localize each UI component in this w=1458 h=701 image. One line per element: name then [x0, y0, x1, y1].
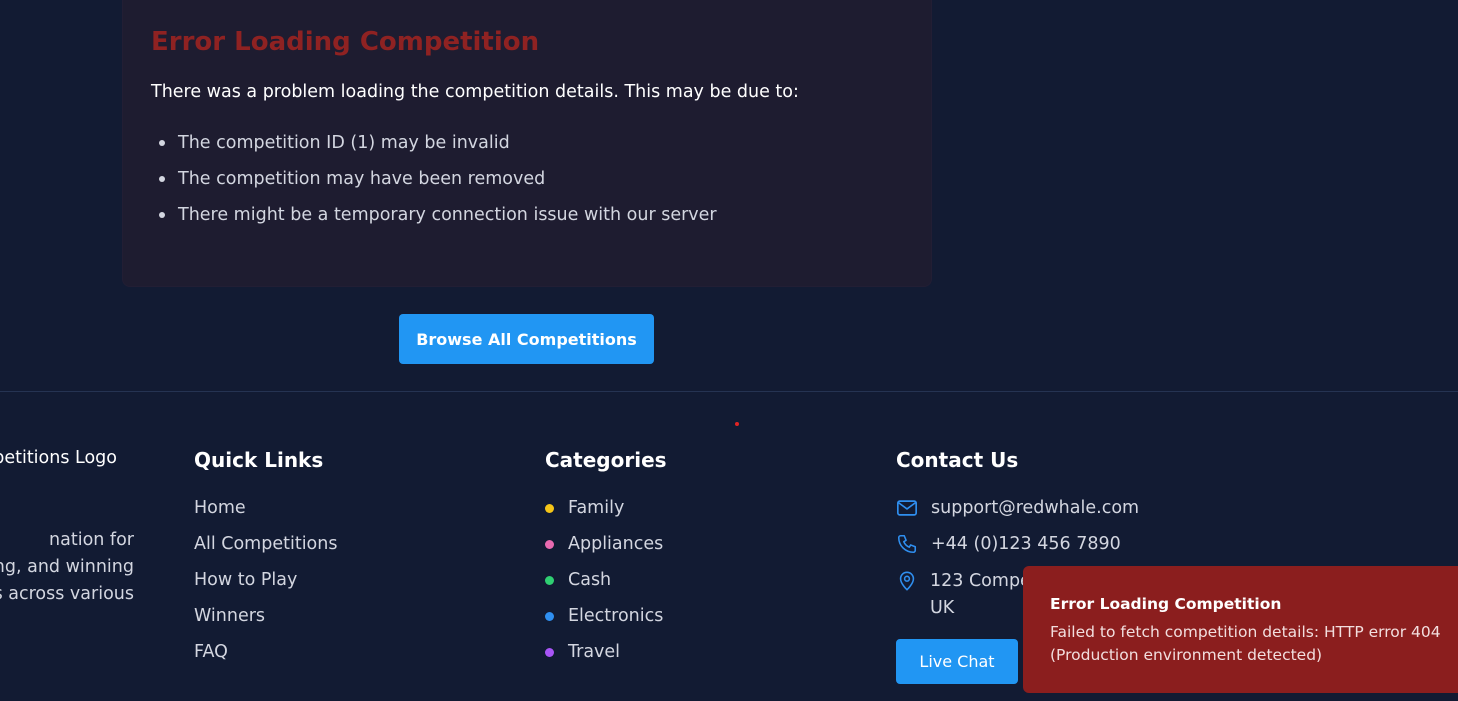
footer-link-all-competitions[interactable]: All Competitions [194, 526, 337, 562]
contact-address: 123 Compe UK [896, 568, 1031, 622]
category-dot [545, 612, 554, 621]
address-line: UK [930, 598, 955, 618]
location-pin-icon [899, 571, 915, 591]
footer-link-home[interactable]: Home [194, 490, 337, 526]
footer-divider [0, 391, 1458, 392]
error-reasons-list: The competition ID (1) may be invalid Th… [151, 125, 717, 233]
category-label: Cash [568, 570, 612, 590]
contact-phone-text: +44 (0)123 456 7890 [931, 534, 1121, 554]
logo-alt-text: Competitions Logo [0, 448, 117, 468]
phone-icon [897, 534, 917, 554]
error-toast[interactable]: Error Loading Competition Failed to fetc… [1023, 566, 1458, 693]
contact-email[interactable]: support@redwhale.com [896, 497, 1156, 519]
live-chat-button[interactable]: Live Chat [896, 639, 1018, 684]
mail-icon [897, 500, 917, 516]
page: Error Loading Competition There was a pr… [0, 0, 1458, 701]
categories-list: Family Appliances Cash Electronics Trave… [545, 490, 663, 670]
category-label: Appliances [568, 534, 664, 554]
error-description: There was a problem loading the competit… [151, 82, 799, 102]
footer-about-text: nation for ng, and winning s across vari… [0, 527, 134, 608]
quick-links-heading: Quick Links [194, 448, 324, 472]
contact-phone[interactable]: +44 (0)123 456 7890 [896, 533, 1156, 555]
red-dot [735, 422, 739, 426]
category-cash[interactable]: Cash [545, 562, 663, 598]
category-travel[interactable]: Travel [545, 634, 663, 670]
category-electronics[interactable]: Electronics [545, 598, 663, 634]
footer-link-faq[interactable]: FAQ [194, 634, 337, 670]
category-dot [545, 540, 554, 549]
footer-link-winners[interactable]: Winners [194, 598, 337, 634]
list-item: The competition ID (1) may be invalid [151, 125, 717, 161]
about-line: nation for [49, 530, 134, 550]
about-line: ng, and winning [0, 557, 134, 577]
contact-heading: Contact Us [896, 448, 1019, 472]
category-dot [545, 576, 554, 585]
contact-email-text: support@redwhale.com [931, 498, 1140, 518]
list-item: There might be a temporary connection is… [151, 197, 717, 233]
category-dot [545, 504, 554, 513]
categories-heading: Categories [545, 448, 667, 472]
quick-links-list: Home All Competitions How to Play Winner… [194, 490, 337, 670]
category-dot [545, 648, 554, 657]
category-family[interactable]: Family [545, 490, 663, 526]
category-label: Travel [568, 642, 621, 662]
browse-all-competitions-button[interactable]: Browse All Competitions [399, 314, 654, 364]
error-card: Error Loading Competition There was a pr… [122, 0, 932, 287]
contact-address-text: 123 Compe UK [930, 568, 1031, 622]
footer-logo[interactable]: Competitions Logo [0, 448, 117, 468]
address-line: 123 Compe [930, 571, 1031, 591]
category-label: Family [568, 498, 625, 518]
footer-link-how-to-play[interactable]: How to Play [194, 562, 337, 598]
category-label: Electronics [568, 606, 664, 626]
about-line: s across various [0, 584, 134, 604]
list-item: The competition may have been removed [151, 161, 717, 197]
category-appliances[interactable]: Appliances [545, 526, 663, 562]
error-title: Error Loading Competition [151, 27, 540, 57]
toast-title: Error Loading Competition [1050, 595, 1282, 613]
toast-message: Failed to fetch competition details: HTT… [1050, 623, 1441, 664]
